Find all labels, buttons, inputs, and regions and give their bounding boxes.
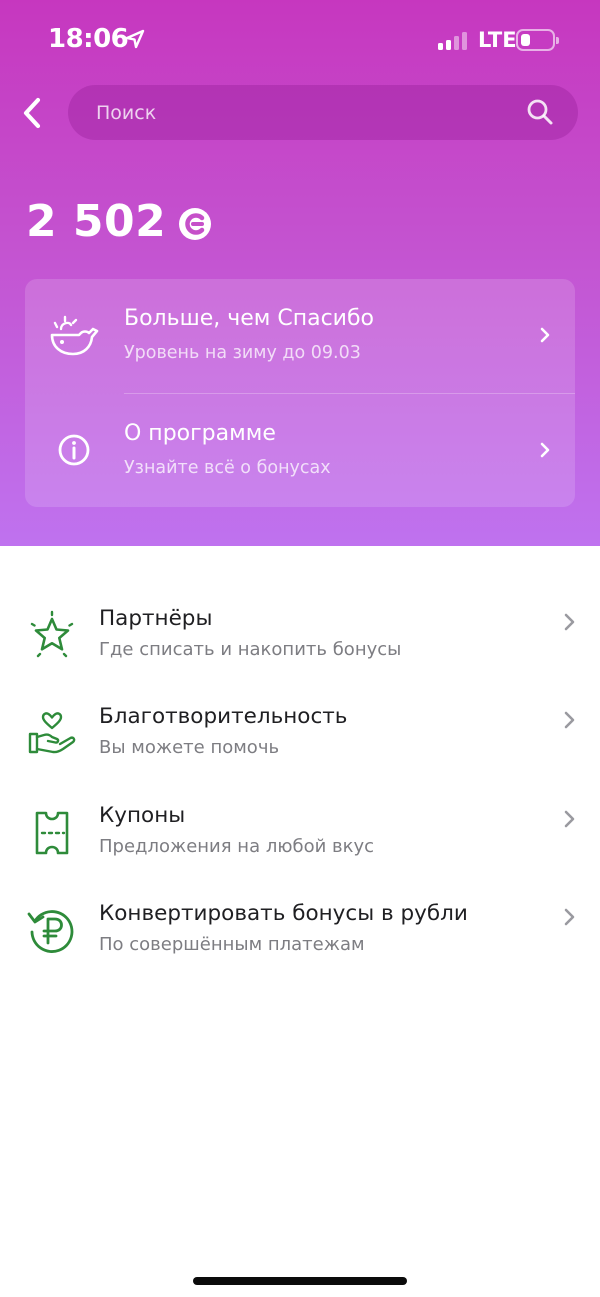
list-item-charity[interactable]: Благотворительность Вы можете помочь [0, 700, 600, 790]
about-title: О программе [124, 421, 276, 446]
about-program-item[interactable]: О программе Узнайте всё о бонусах [25, 393, 575, 507]
list-item-subtitle: Где списать и накопить бонусы [99, 639, 402, 660]
chevron-right-icon [564, 613, 575, 631]
bonus-balance: 2 502 [26, 196, 212, 247]
list-item-title: Благотворительность [99, 704, 348, 729]
coupon-icon [35, 811, 69, 855]
loyalty-card: Больше, чем Спасибо Уровень на зиму до 0… [25, 279, 575, 507]
chevron-right-icon [540, 327, 550, 343]
level-item[interactable]: Больше, чем Спасибо Уровень на зиму до 0… [25, 279, 575, 393]
level-title: Больше, чем Спасибо [124, 306, 375, 331]
chevron-right-icon [564, 810, 575, 828]
bonus-coin-icon [179, 207, 212, 240]
status-time: 18:06 [48, 24, 129, 54]
chevron-right-icon [540, 442, 550, 458]
search-placeholder: Поиск [96, 102, 157, 124]
signal-icon [438, 30, 470, 50]
list-item-title: Конвертировать бонусы в рубли [99, 901, 468, 926]
balance-value: 2 502 [26, 196, 167, 247]
battery-icon [516, 29, 559, 51]
list-item-partners[interactable]: Партнёры Где списать и накопить бонусы [0, 602, 600, 692]
about-subtitle: Узнайте всё о бонусах [124, 458, 331, 478]
whale-icon [50, 315, 99, 356]
ruble-convert-icon [27, 910, 74, 953]
list-item-subtitle: Предложения на любой вкус [99, 836, 375, 857]
list-item-subtitle: Вы можете помочь [99, 737, 280, 758]
search-input[interactable]: Поиск [68, 85, 578, 140]
info-icon [58, 434, 90, 466]
list-item-title: Партнёры [99, 606, 213, 631]
chevron-right-icon [564, 711, 575, 729]
list-item-subtitle: По совершённым платежам [99, 934, 365, 955]
star-icon [30, 610, 74, 658]
hero-header: 18:06 LTE Поиск 2 502 Больше, чем Спасиб… [0, 0, 600, 546]
list-item-coupons[interactable]: Купоны Предложения на любой вкус [0, 799, 600, 889]
location-arrow-icon [125, 29, 145, 49]
search-icon[interactable] [526, 98, 554, 126]
home-indicator [193, 1277, 407, 1285]
level-subtitle: Уровень на зиму до 09.03 [124, 343, 361, 363]
back-button[interactable] [18, 96, 48, 130]
list-item-convert-bonuses[interactable]: Конвертировать бонусы в рубли По совершё… [0, 897, 600, 987]
chevron-right-icon [564, 908, 575, 926]
heart-hand-icon [28, 712, 76, 754]
list-item-title: Купоны [99, 803, 186, 828]
network-type: LTE [478, 28, 517, 52]
